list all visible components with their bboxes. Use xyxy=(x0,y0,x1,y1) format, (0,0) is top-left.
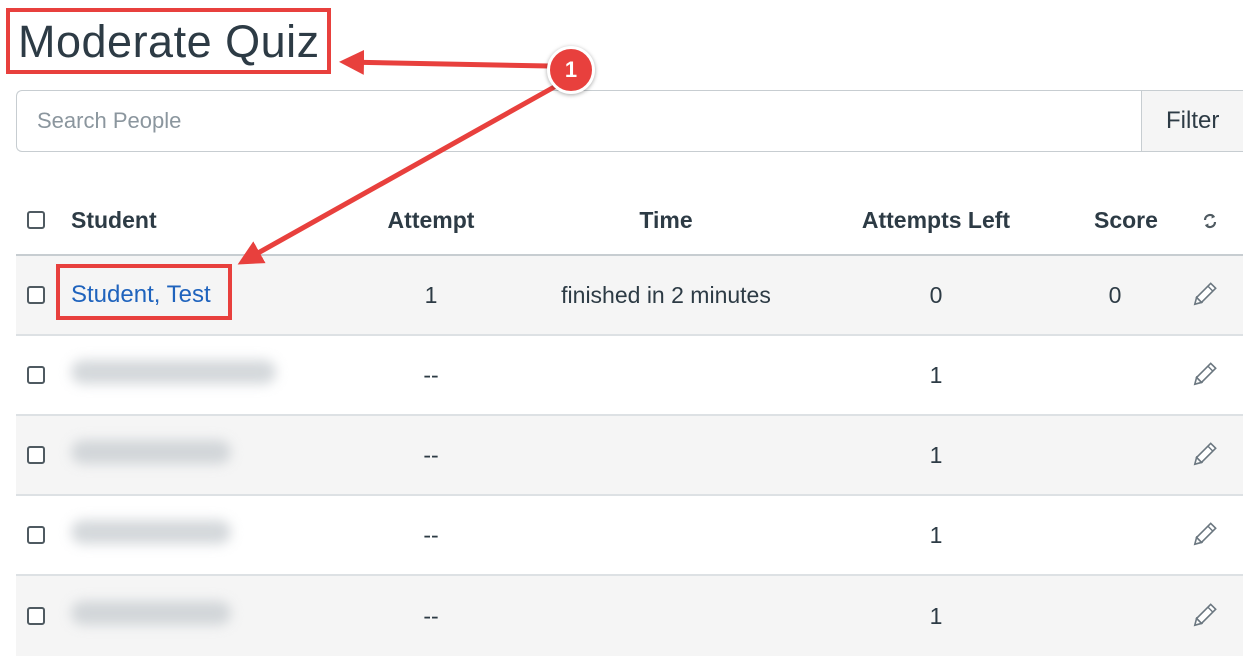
student-cell xyxy=(67,601,321,631)
row-checkbox[interactable] xyxy=(27,366,45,384)
column-header-score: Score xyxy=(1094,206,1158,233)
student-cell xyxy=(67,520,321,550)
students-table: Student Attempt Time Attempts Left Score xyxy=(16,186,1243,656)
score-cell: 0 xyxy=(1108,281,1122,308)
row-checkbox[interactable] xyxy=(27,607,45,625)
blurred-student-name[interactable] xyxy=(71,601,231,625)
student-cell: Student, Test xyxy=(67,281,321,309)
pencil-icon xyxy=(1189,440,1219,466)
step-number-badge: 1 xyxy=(547,46,595,94)
row-check-cell xyxy=(16,366,67,384)
attempts-left-cell: 1 xyxy=(929,441,943,468)
refresh-icon xyxy=(1201,207,1219,233)
pencil-icon xyxy=(1189,601,1219,627)
attempts-left-cell: 1 xyxy=(929,521,943,548)
student-cell xyxy=(67,440,321,470)
arrow-to-title xyxy=(339,49,550,75)
row-check-cell xyxy=(16,607,67,625)
row-checkbox[interactable] xyxy=(27,286,45,304)
pencil-icon xyxy=(1189,520,1219,546)
attempt-cell: -- xyxy=(423,361,439,388)
row-check-cell xyxy=(16,526,67,544)
time-cell: finished in 2 minutes xyxy=(561,281,771,308)
blurred-student-name[interactable] xyxy=(71,520,231,544)
table-row: -- 1 xyxy=(16,576,1243,656)
blurred-student-name[interactable] xyxy=(71,360,276,384)
table-header-row: Student Attempt Time Attempts Left Score xyxy=(16,186,1243,256)
pencil-icon xyxy=(1189,280,1219,306)
table-row: -- 1 xyxy=(16,416,1243,496)
table-row: Student, Test 1 finished in 2 minutes 0 … xyxy=(16,256,1243,336)
edit-button[interactable] xyxy=(1136,440,1243,470)
page-title: Moderate Quiz xyxy=(18,16,320,67)
column-header-time: Time xyxy=(639,206,693,233)
attempt-cell: -- xyxy=(423,521,439,548)
column-header-attempts-left: Attempts Left xyxy=(861,206,1011,233)
edit-button[interactable] xyxy=(1136,601,1243,631)
blurred-student-name[interactable] xyxy=(71,440,231,464)
edit-button[interactable] xyxy=(1136,520,1243,550)
select-all-cell xyxy=(16,211,67,229)
row-checkbox[interactable] xyxy=(27,446,45,464)
attempts-left-cell: 1 xyxy=(929,361,943,388)
student-cell xyxy=(67,360,321,390)
column-header-attempt: Attempt xyxy=(387,206,475,233)
row-check-cell xyxy=(16,446,67,464)
attempts-left-cell: 1 xyxy=(929,602,943,629)
attempt-cell: 1 xyxy=(424,281,438,308)
row-checkbox[interactable] xyxy=(27,526,45,544)
table-row: -- 1 xyxy=(16,336,1243,416)
edit-button[interactable] xyxy=(1136,280,1243,310)
attempt-cell: -- xyxy=(423,602,439,629)
edit-button[interactable] xyxy=(1136,360,1243,390)
select-all-checkbox[interactable] xyxy=(27,211,45,229)
refresh-button[interactable] xyxy=(1136,207,1243,234)
search-bar: Filter xyxy=(16,90,1243,152)
row-check-cell xyxy=(16,286,67,304)
attempts-left-cell: 0 xyxy=(929,281,943,308)
search-people-input[interactable] xyxy=(17,91,1141,151)
student-name-link[interactable]: Student, Test xyxy=(71,281,211,308)
attempt-cell: -- xyxy=(423,441,439,468)
pencil-icon xyxy=(1189,360,1219,386)
column-header-student[interactable]: Student xyxy=(67,207,321,234)
table-row: -- 1 xyxy=(16,496,1243,576)
moderate-quiz-page: Moderate Quiz Filter Student Attempt Tim… xyxy=(0,0,1243,657)
filter-button[interactable]: Filter xyxy=(1141,91,1243,151)
